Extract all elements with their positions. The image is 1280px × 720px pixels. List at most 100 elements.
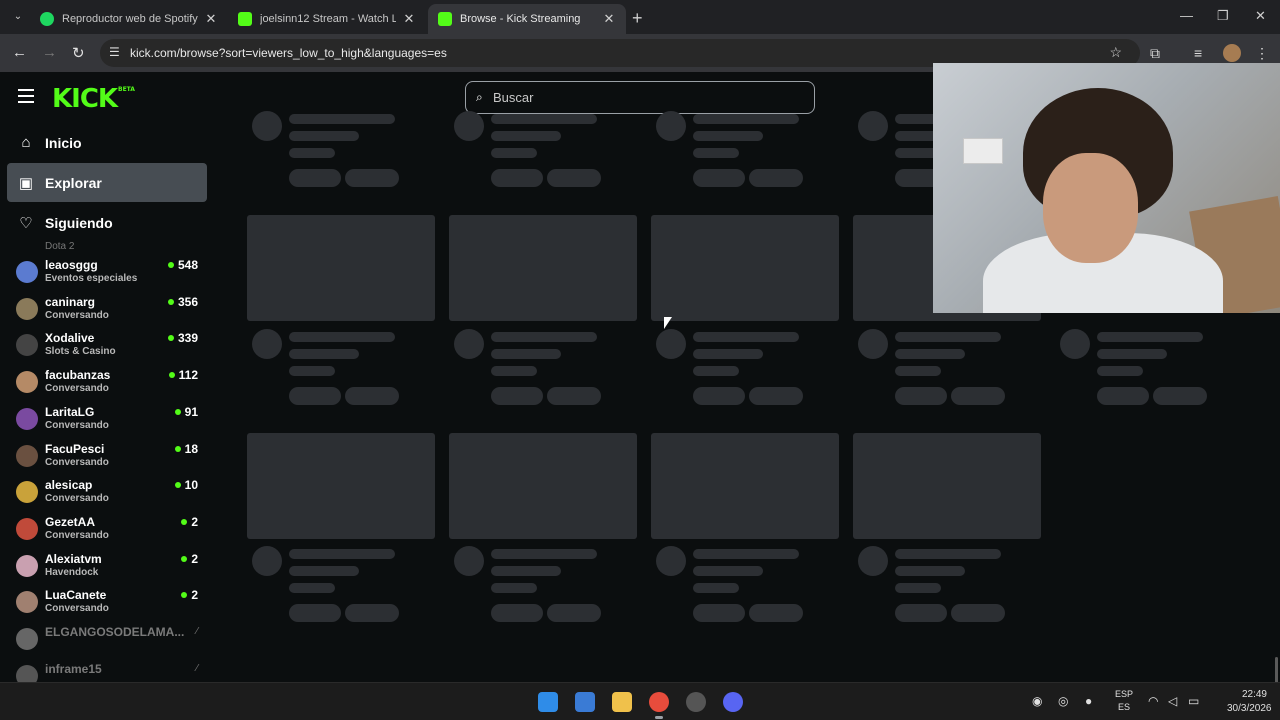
skeleton-category [693,583,739,593]
site-settings-icon[interactable]: ☰ [109,45,120,59]
skeleton-tag [547,604,601,622]
channel-category: Conversando [45,309,109,321]
viewer-count-value: 112 [178,368,198,383]
tab-spotify[interactable]: Reproductor web de Spotify: m ✕ [30,4,228,34]
beta-badge: BETA [118,86,135,93]
file-explorer-icon[interactable] [612,692,632,712]
skeleton-thumbnail [651,215,839,321]
obs-icon[interactable] [686,692,706,712]
sidebar-channel[interactable]: facubanzas Conversando 112 [14,366,210,400]
live-dot-icon [168,372,175,379]
microphone-icon[interactable]: ● [1085,694,1092,708]
sidebar-channel[interactable]: GezetAA Conversando 2 [14,513,210,547]
close-icon[interactable]: ✕ [204,11,218,27]
skeleton-category [693,366,739,376]
clock[interactable]: 22:49 30/3/2026 [1227,688,1272,716]
tray-vpn-icon[interactable]: ◎ [1058,694,1068,708]
maximize-icon[interactable]: ❐ [1217,8,1229,24]
live-dot-icon [167,262,174,268]
sidebar-channel-offline[interactable]: ELGANGOSODELAMA... ⁄ [14,623,210,657]
sidebar-channel-offline[interactable]: inframe15 ⁄ [14,660,210,682]
hamburger-menu-icon[interactable] [18,89,34,103]
battery-icon[interactable]: ▭ [1188,694,1199,708]
live-dot-icon [174,408,181,415]
volume-icon[interactable]: ◁ [1168,694,1177,708]
skeleton-thumbnail [651,433,839,539]
skeleton-title [289,549,395,559]
offline-icon: ⁄ [196,626,198,637]
skeleton-avatar [252,329,282,359]
skeleton-category [289,366,335,376]
sidebar-item-siguiendo[interactable]: ♡ Siguiendo [7,203,207,242]
kick-logo[interactable]: KICK BETA [52,84,135,114]
viewer-count: 339 [167,331,198,345]
tab-stream[interactable]: joelsinn12 Stream - Watch Live ✕ [228,4,426,34]
skeleton-avatar [858,329,888,359]
window-close-icon[interactable]: ✕ [1255,8,1266,24]
person-face [1043,153,1138,263]
sidebar: ⌂ Inicio ▣ Explorar ♡ Siguiendo Dota 2 l… [0,122,220,682]
skeleton-category [1097,366,1143,376]
media-controls-icon[interactable]: ≡ [1194,45,1202,61]
channel-name: GezetAA [45,514,96,529]
sidebar-item-explorar[interactable]: ▣ Explorar [7,163,207,202]
skeleton-tag [895,387,947,405]
discord-icon[interactable] [723,692,743,712]
bookmark-star-icon[interactable]: ☆ [1109,44,1122,61]
skeleton-title [491,114,597,124]
close-icon[interactable]: ✕ [602,11,616,27]
live-dot-icon [167,335,174,342]
kick-icon [238,12,252,26]
viewer-count-value: 2 [191,514,198,529]
skeleton-tag [951,604,1005,622]
wifi-icon[interactable]: ◠ [1148,694,1158,708]
clock-time: 22:49 [1241,689,1267,700]
tab-browse[interactable]: Browse - Kick Streaming ✕ [428,4,626,34]
windows-start-icon[interactable] [538,692,558,712]
live-dot-icon [181,518,188,525]
live-dot-icon [181,555,188,562]
back-icon[interactable]: ← [12,44,27,61]
avatar [16,591,38,614]
tray-discord-icon[interactable]: ◉ [1032,694,1042,708]
keyboard-layout: ES [1118,702,1131,712]
home-icon: ⌂ [21,134,31,151]
avatar [16,628,38,650]
skeleton-title [491,549,597,559]
language-indicator[interactable]: ESP ES [1115,688,1133,714]
tab-title: Browse - Kick Streaming [460,13,581,25]
skeleton-channel [289,131,359,141]
avatar [16,517,38,540]
viewer-count: 2 [181,515,198,529]
sidebar-channel[interactable]: leaosggg Eventos especiales 548 [14,256,210,290]
reload-icon[interactable]: ↻ [72,44,85,62]
sidebar-channel[interactable]: LuaCanete Conversando 2 [14,586,210,620]
close-icon[interactable]: ✕ [402,11,416,27]
sidebar-item-inicio[interactable]: ⌂ Inicio [7,123,207,162]
sidebar-channel[interactable]: Alexiatvm Havendock 2 [14,550,210,584]
menu-icon[interactable]: ⋮ [1255,45,1269,62]
skeleton-tag [345,387,399,405]
forward-icon[interactable]: → [42,44,57,61]
sidebar-channel[interactable]: alesicap Conversando 10 [14,476,210,510]
skeleton-channel [491,566,561,576]
skeleton-tag [289,604,341,622]
channel-name: alesicap [45,478,93,493]
sidebar-channel[interactable]: LaritaLG Conversando 91 [14,403,210,437]
sidebar-item-label: Explorar [45,174,102,191]
skeleton-channel [693,131,763,141]
scrollbar[interactable] [1275,657,1278,682]
new-tab-icon[interactable]: + [632,8,643,29]
sidebar-channel[interactable]: Xodalive Slots & Casino 339 [14,329,210,363]
chrome-icon[interactable] [649,692,669,712]
skeleton-tag [491,604,543,622]
extensions-icon[interactable]: ⧉ [1150,45,1160,62]
skeleton-category [491,148,537,158]
profile-avatar[interactable] [1223,44,1241,62]
sidebar-channel[interactable]: caninarg Conversando 356 [14,293,210,327]
tab-search-icon[interactable]: ⌄ [8,7,28,27]
sidebar-channel[interactable]: FacuPesci Conversando 18 [14,440,210,474]
store-icon[interactable] [575,692,595,712]
heart-icon: ♡ [19,214,33,232]
minimize-icon[interactable]: — [1180,8,1193,23]
